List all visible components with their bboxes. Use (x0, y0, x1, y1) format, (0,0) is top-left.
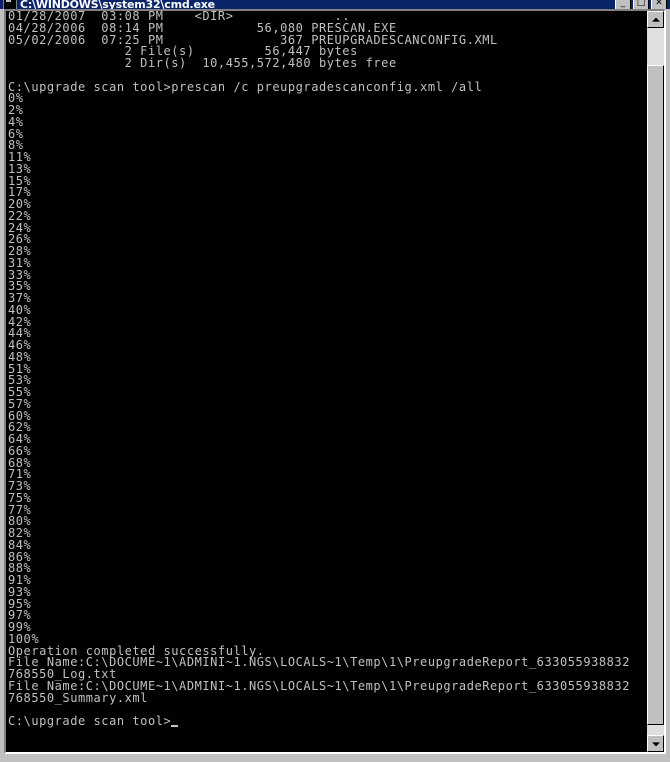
console-output[interactable]: 01/28/2007 03:08 PM <DIR> .. 04/28/2006 … (6, 11, 646, 752)
scroll-down-arrow-icon[interactable] (647, 735, 664, 752)
window-title: C:\WINDOWS\system32\cmd.exe (20, 0, 215, 9)
minimize-button[interactable]: _ (615, 0, 631, 9)
console-text: 01/28/2007 03:08 PM <DIR> .. 04/28/2006 … (8, 11, 630, 728)
minimize-icon: _ (620, 0, 626, 8)
maximize-button[interactable]: □ (633, 0, 649, 9)
title-bar-left: C:\WINDOWS\system32\cmd.exe (0, 0, 615, 9)
title-bar[interactable]: C:\WINDOWS\system32\cmd.exe _ □ ✕ (0, 0, 670, 9)
console-client-area: 01/28/2007 03:08 PM <DIR> .. 04/28/2006 … (4, 9, 666, 754)
window-controls: _ □ ✕ (615, 0, 670, 9)
text-cursor (171, 724, 179, 727)
scrollbar-thumb[interactable] (647, 65, 664, 725)
maximize-icon: □ (636, 0, 646, 8)
scroll-up-arrow-icon[interactable] (647, 11, 664, 28)
close-icon: ✕ (655, 0, 663, 8)
close-button[interactable]: ✕ (651, 0, 667, 9)
cmd-window: C:\WINDOWS\system32\cmd.exe _ □ ✕ 01/28/… (0, 0, 670, 762)
console-icon (3, 0, 17, 9)
vertical-scrollbar[interactable] (646, 11, 664, 752)
